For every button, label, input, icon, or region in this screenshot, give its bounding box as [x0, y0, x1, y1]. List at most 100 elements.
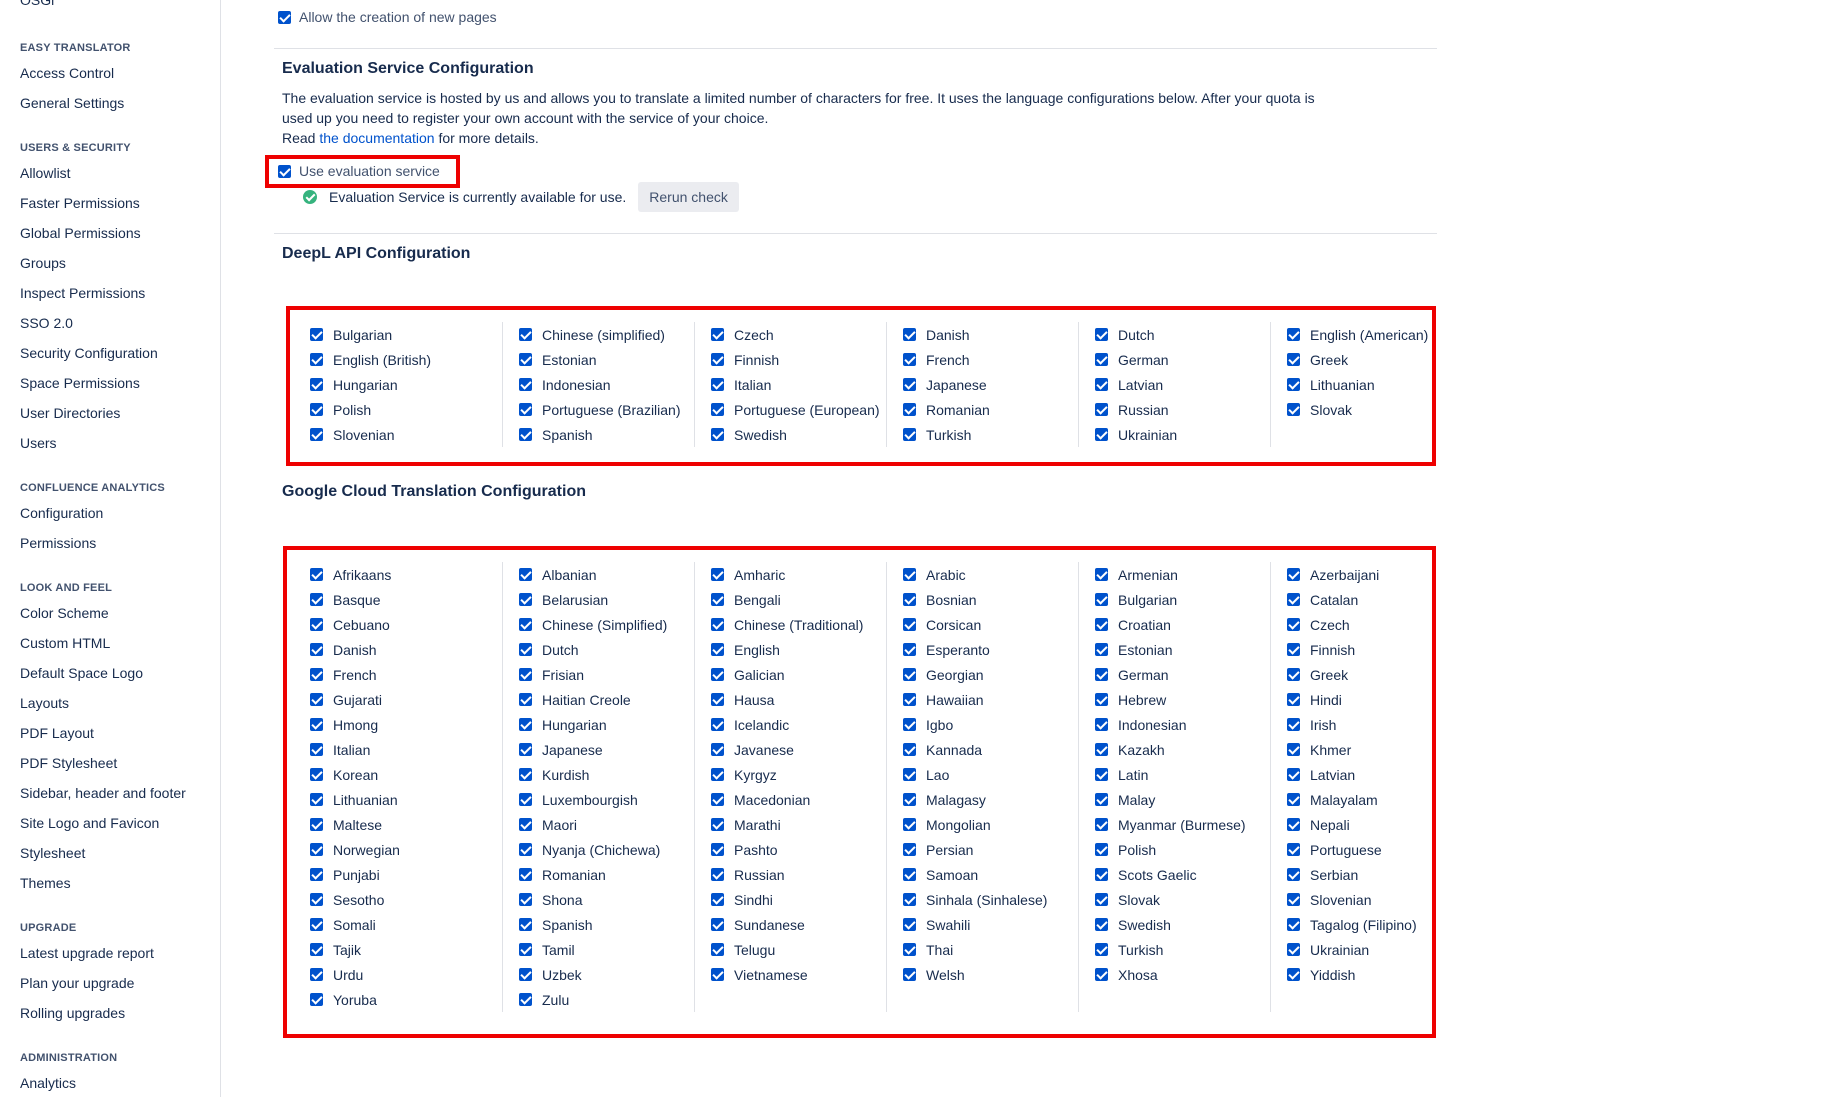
- language-checkbox[interactable]: Marathi: [711, 812, 886, 837]
- checkbox-checked-icon[interactable]: [903, 568, 916, 581]
- checkbox-checked-icon[interactable]: [1287, 668, 1300, 681]
- checkbox-checked-icon[interactable]: [519, 818, 532, 831]
- checkbox-checked-icon[interactable]: [711, 693, 724, 706]
- sidebar-item-custom-html[interactable]: Custom HTML: [20, 628, 186, 658]
- language-checkbox[interactable]: Spanish: [519, 912, 694, 937]
- language-checkbox[interactable]: Portuguese (Brazilian): [519, 397, 694, 422]
- checkbox-checked-icon[interactable]: [519, 868, 532, 881]
- checkbox-checked-icon[interactable]: [1287, 968, 1300, 981]
- language-checkbox[interactable]: Macedonian: [711, 787, 886, 812]
- language-checkbox[interactable]: Czech: [1287, 612, 1462, 637]
- sidebar-item-inspect-permissions[interactable]: Inspect Permissions: [20, 278, 158, 308]
- checkbox-checked-icon[interactable]: [1287, 918, 1300, 931]
- checkbox-checked-icon[interactable]: [519, 843, 532, 856]
- checkbox-checked-icon[interactable]: [310, 668, 323, 681]
- language-checkbox[interactable]: Punjabi: [310, 862, 502, 887]
- checkbox-checked-icon[interactable]: [711, 428, 724, 441]
- language-checkbox[interactable]: Shona: [519, 887, 694, 912]
- sidebar-item-default-space-logo[interactable]: Default Space Logo: [20, 658, 186, 688]
- checkbox-checked-icon[interactable]: [1095, 593, 1108, 606]
- language-checkbox[interactable]: Malay: [1095, 787, 1270, 812]
- checkbox-checked-icon[interactable]: [519, 618, 532, 631]
- checkbox-checked-icon[interactable]: [903, 893, 916, 906]
- sidebar-item-groups[interactable]: Groups: [20, 248, 158, 278]
- language-checkbox[interactable]: Czech: [711, 322, 886, 347]
- checkbox-checked-icon[interactable]: [1095, 943, 1108, 956]
- language-checkbox[interactable]: Pashto: [711, 837, 886, 862]
- language-checkbox[interactable]: Esperanto: [903, 637, 1078, 662]
- language-checkbox[interactable]: Maltese: [310, 812, 502, 837]
- checkbox-checked-icon[interactable]: [903, 378, 916, 391]
- language-checkbox[interactable]: Latvian: [1095, 372, 1270, 397]
- language-checkbox[interactable]: Maori: [519, 812, 694, 837]
- checkbox-checked-icon[interactable]: [711, 568, 724, 581]
- checkbox-checked-icon[interactable]: [711, 768, 724, 781]
- language-checkbox[interactable]: Azerbaijani: [1287, 562, 1462, 587]
- language-checkbox[interactable]: Spanish: [519, 422, 694, 447]
- language-checkbox[interactable]: Swedish: [711, 422, 886, 447]
- checkbox-checked-icon[interactable]: [310, 993, 323, 1006]
- language-checkbox[interactable]: Korean: [310, 762, 502, 787]
- language-checkbox[interactable]: Latin: [1095, 762, 1270, 787]
- checkbox-checked-icon[interactable]: [1287, 403, 1300, 416]
- checkbox-checked-icon[interactable]: [310, 353, 323, 366]
- checkbox-checked-icon[interactable]: [310, 793, 323, 806]
- checkbox-checked-icon[interactable]: [1095, 568, 1108, 581]
- language-checkbox[interactable]: Lithuanian: [1287, 372, 1462, 397]
- checkbox-checked-icon[interactable]: [1287, 868, 1300, 881]
- language-checkbox[interactable]: Chinese (Simplified): [519, 612, 694, 637]
- checkbox-checked-icon[interactable]: [519, 918, 532, 931]
- checkbox-checked-icon[interactable]: [903, 868, 916, 881]
- checkbox-checked-icon[interactable]: [1287, 693, 1300, 706]
- language-checkbox[interactable]: Turkish: [1095, 937, 1270, 962]
- language-checkbox[interactable]: Tajik: [310, 937, 502, 962]
- language-checkbox[interactable]: Estonian: [519, 347, 694, 372]
- checkbox-checked-icon[interactable]: [1095, 768, 1108, 781]
- language-checkbox[interactable]: Belarusian: [519, 587, 694, 612]
- language-checkbox[interactable]: Kurdish: [519, 762, 694, 787]
- language-checkbox[interactable]: Bulgarian: [310, 322, 502, 347]
- sidebar-item-analytics[interactable]: Analytics: [20, 1068, 117, 1097]
- language-checkbox[interactable]: Mongolian: [903, 812, 1078, 837]
- sidebar-item-general-settings[interactable]: General Settings: [20, 88, 131, 118]
- language-checkbox[interactable]: Basque: [310, 587, 502, 612]
- language-checkbox[interactable]: Malagasy: [903, 787, 1078, 812]
- language-checkbox[interactable]: Hmong: [310, 712, 502, 737]
- language-checkbox[interactable]: Galician: [711, 662, 886, 687]
- language-checkbox[interactable]: Welsh: [903, 962, 1078, 987]
- sidebar-item-allowlist[interactable]: Allowlist: [20, 158, 158, 188]
- checkbox-checked-icon[interactable]: [1095, 918, 1108, 931]
- checkbox-checked-icon[interactable]: [903, 968, 916, 981]
- language-checkbox[interactable]: Swedish: [1095, 912, 1270, 937]
- sidebar-item-configuration[interactable]: Configuration: [20, 498, 165, 528]
- checkbox-checked-icon[interactable]: [278, 164, 291, 178]
- checkbox-checked-icon[interactable]: [1287, 328, 1300, 341]
- language-checkbox[interactable]: Igbo: [903, 712, 1078, 737]
- checkbox-checked-icon[interactable]: [519, 428, 532, 441]
- checkbox-checked-icon[interactable]: [1287, 793, 1300, 806]
- checkbox-checked-icon[interactable]: [1287, 353, 1300, 366]
- language-checkbox[interactable]: Ukrainian: [1287, 937, 1462, 962]
- checkbox-checked-icon[interactable]: [310, 768, 323, 781]
- language-checkbox[interactable]: Indonesian: [519, 372, 694, 397]
- language-checkbox[interactable]: Sesotho: [310, 887, 502, 912]
- language-checkbox[interactable]: Russian: [711, 862, 886, 887]
- checkbox-checked-icon[interactable]: [310, 743, 323, 756]
- language-checkbox[interactable]: German: [1095, 347, 1270, 372]
- checkbox-checked-icon[interactable]: [1095, 818, 1108, 831]
- sidebar-item-layouts[interactable]: Layouts: [20, 688, 186, 718]
- checkbox-checked-icon[interactable]: [519, 353, 532, 366]
- language-checkbox[interactable]: Portuguese: [1287, 837, 1462, 862]
- checkbox-checked-icon[interactable]: [903, 718, 916, 731]
- sidebar-item-pdf-layout[interactable]: PDF Layout: [20, 718, 186, 748]
- sidebar-item-site-logo-favicon[interactable]: Site Logo and Favicon: [20, 808, 186, 838]
- checkbox-checked-icon[interactable]: [903, 918, 916, 931]
- language-checkbox[interactable]: Italian: [711, 372, 886, 397]
- checkbox-checked-icon[interactable]: [711, 868, 724, 881]
- language-checkbox[interactable]: Bosnian: [903, 587, 1078, 612]
- checkbox-checked-icon[interactable]: [519, 593, 532, 606]
- checkbox-checked-icon[interactable]: [711, 353, 724, 366]
- language-checkbox[interactable]: Sundanese: [711, 912, 886, 937]
- checkbox-checked-icon[interactable]: [310, 378, 323, 391]
- checkbox-checked-icon[interactable]: [310, 943, 323, 956]
